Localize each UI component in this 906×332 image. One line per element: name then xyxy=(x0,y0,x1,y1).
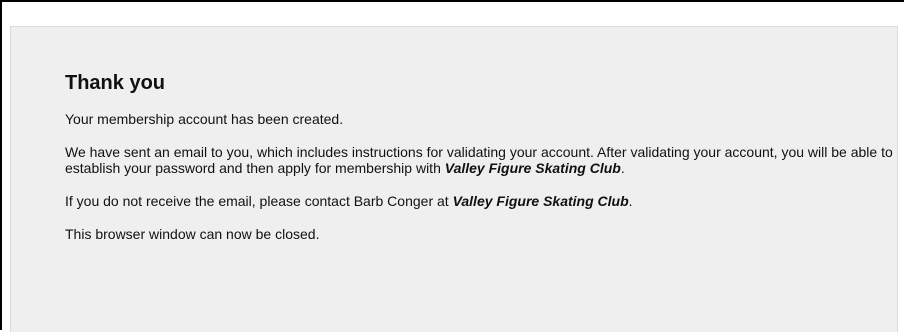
email-instructions-end: . xyxy=(620,160,625,176)
contact-label: If you do not receive the email, please … xyxy=(65,193,453,209)
email-instructions-text: We have sent an email to you, which incl… xyxy=(65,144,895,176)
contact-text: If you do not receive the email, please … xyxy=(65,193,895,209)
close-window-label: This browser window can now be closed. xyxy=(65,226,320,242)
account-created-label: Your membership account has been created… xyxy=(65,111,344,127)
club-name-contact: Valley Figure Skating Club xyxy=(452,193,629,209)
close-window-text: This browser window can now be closed. xyxy=(65,226,895,242)
page-title: Thank you xyxy=(65,72,166,94)
contact-end: . xyxy=(628,193,633,209)
browser-frame: Thank you Your membership account has be… xyxy=(0,0,904,332)
confirmation-message: Thank you Your membership account has be… xyxy=(65,72,895,259)
club-name: Valley Figure Skating Club xyxy=(444,160,621,176)
content-panel: Thank you Your membership account has be… xyxy=(10,26,898,332)
account-created-text: Your membership account has been created… xyxy=(65,111,895,127)
